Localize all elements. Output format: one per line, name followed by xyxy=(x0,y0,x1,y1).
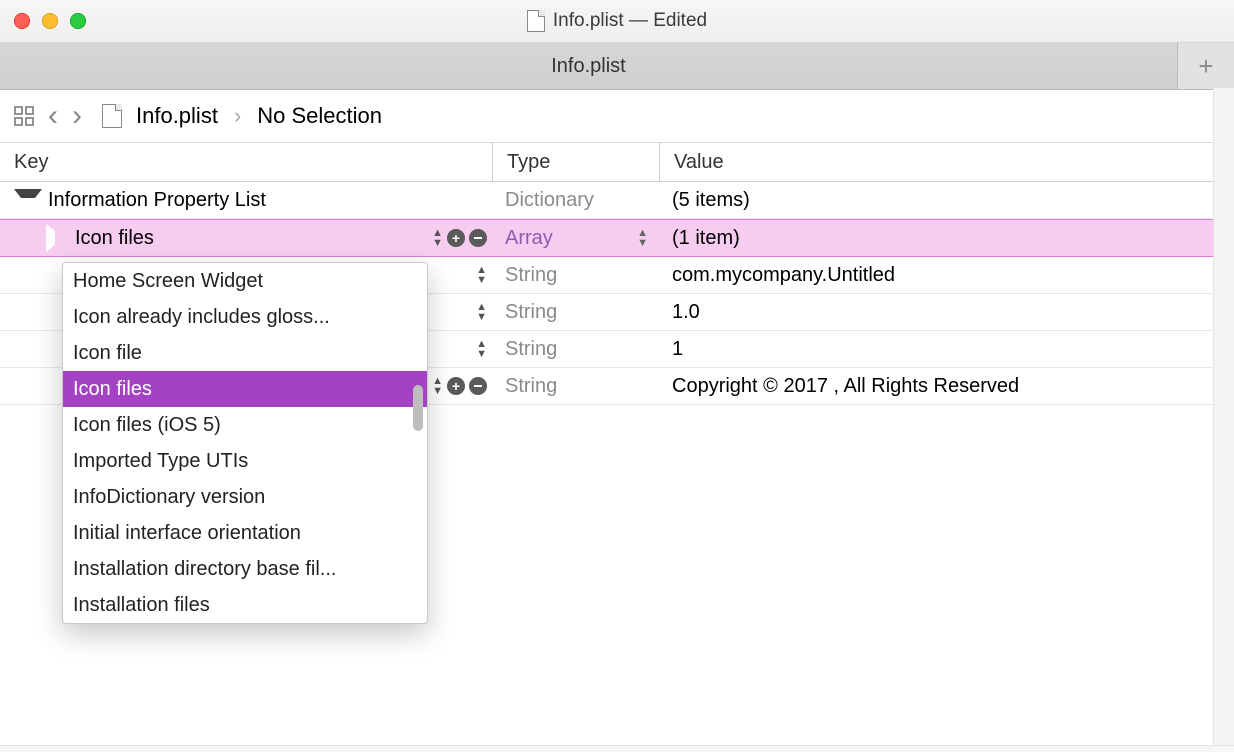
add-row-button[interactable] xyxy=(447,229,465,247)
type-label: String xyxy=(505,264,557,287)
type-cell[interactable]: String xyxy=(493,257,660,293)
value-cell[interactable]: 1 xyxy=(660,338,1234,361)
dropdown-item[interactable]: InfoDictionary version xyxy=(63,479,427,515)
traffic-lights xyxy=(14,13,86,29)
dropdown-item[interactable]: Installation directory base fil... xyxy=(63,551,427,587)
type-cell[interactable]: Array ▲▼ xyxy=(493,220,660,256)
row-controls: ▲▼ xyxy=(432,228,487,248)
remove-row-button[interactable] xyxy=(469,229,487,247)
type-cell[interactable]: String xyxy=(493,294,660,330)
type-label: String xyxy=(505,375,557,398)
type-label: String xyxy=(505,338,557,361)
dropdown-item[interactable]: Home Screen Widget xyxy=(63,263,427,299)
add-row-button[interactable] xyxy=(447,377,465,395)
window-title: Info.plist — Edited xyxy=(553,10,707,32)
zoom-window-button[interactable] xyxy=(70,13,86,29)
row-controls: ▲▼ xyxy=(476,302,487,322)
dropdown-item[interactable]: Icon files xyxy=(63,371,427,407)
type-cell[interactable]: Dictionary xyxy=(493,182,660,218)
value-label: 1 xyxy=(672,338,683,360)
breadcrumb-separator: › xyxy=(234,103,241,129)
value-cell[interactable]: 1.0 xyxy=(660,301,1234,324)
type-cell[interactable]: String xyxy=(493,368,660,404)
nav-back-button[interactable]: ‹ xyxy=(48,101,58,131)
key-stepper[interactable]: ▲▼ xyxy=(476,339,487,359)
value-cell[interactable]: com.mycompany.Untitled xyxy=(660,264,1234,287)
plist-file-icon xyxy=(527,10,545,32)
key-stepper[interactable]: ▲▼ xyxy=(432,228,443,248)
remove-row-button[interactable] xyxy=(469,377,487,395)
column-header-key[interactable]: Key xyxy=(0,143,493,181)
row-controls: ▲▼ xyxy=(432,376,487,396)
key-cell[interactable]: Icon files ▲▼ xyxy=(0,220,493,256)
window-titlebar: Info.plist — Edited xyxy=(0,0,1234,43)
breadcrumb-selection[interactable]: No Selection xyxy=(257,103,382,129)
value-label: (5 items) xyxy=(672,189,750,211)
new-tab-button[interactable]: + xyxy=(1177,43,1234,89)
key-stepper[interactable]: ▲▼ xyxy=(432,376,443,396)
key-cell[interactable]: Information Property List xyxy=(0,182,493,218)
bottom-strip xyxy=(0,745,1234,752)
editor-scrollbar[interactable] xyxy=(1213,88,1234,746)
column-header-value[interactable]: Value xyxy=(660,143,1234,181)
column-headers: Key Type Value xyxy=(0,143,1234,182)
dropdown-scrollbar-thumb[interactable] xyxy=(413,385,423,431)
value-cell[interactable]: Copyright © 2017 , All Rights Reserved xyxy=(660,375,1234,398)
value-label: (1 item) xyxy=(672,227,740,249)
row-controls: ▲▼ xyxy=(476,339,487,359)
dropdown-item[interactable]: Imported Type UTIs xyxy=(63,443,427,479)
disclosure-down-icon[interactable] xyxy=(14,189,42,212)
tab-bar: Info.plist + xyxy=(0,43,1234,90)
key-label: Icon files xyxy=(75,227,154,250)
dropdown-item[interactable]: Icon file xyxy=(63,335,427,371)
close-window-button[interactable] xyxy=(14,13,30,29)
dropdown-item[interactable]: Icon already includes gloss... xyxy=(63,299,427,335)
related-items-icon[interactable] xyxy=(14,106,34,126)
plist-row[interactable]: Information Property List Dictionary (5 it… xyxy=(0,182,1234,219)
key-label: Information Property List xyxy=(48,189,266,212)
dropdown-scrollbar[interactable] xyxy=(411,265,425,621)
value-cell[interactable]: (5 items) xyxy=(660,189,1234,212)
jump-bar: ‹ › Info.plist › No Selection xyxy=(0,90,1234,143)
type-label: Dictionary xyxy=(505,189,594,212)
disclosure-right-icon[interactable] xyxy=(46,224,69,252)
type-label: Array xyxy=(505,227,553,250)
tab-info-plist[interactable]: Info.plist xyxy=(0,43,1177,89)
minimize-window-button[interactable] xyxy=(42,13,58,29)
nav-forward-button[interactable]: › xyxy=(72,101,82,131)
type-cell[interactable]: String xyxy=(493,331,660,367)
key-autocomplete-popup[interactable]: Home Screen WidgetIcon already includes … xyxy=(62,262,428,624)
column-header-type[interactable]: Type xyxy=(493,143,660,181)
key-stepper[interactable]: ▲▼ xyxy=(476,265,487,285)
plist-row[interactable]: Icon files ▲▼ Array ▲▼ (1 item) xyxy=(0,219,1234,257)
tab-label: Info.plist xyxy=(551,55,625,78)
dropdown-item[interactable]: Icon files (iOS 5) xyxy=(63,407,427,443)
dropdown-item[interactable]: Installation files xyxy=(63,587,427,623)
type-stepper[interactable]: ▲▼ xyxy=(637,228,648,248)
key-stepper[interactable]: ▲▼ xyxy=(476,302,487,322)
breadcrumb-file[interactable]: Info.plist xyxy=(136,103,218,129)
plist-file-icon xyxy=(102,104,122,128)
row-controls: ▲▼ xyxy=(476,265,487,285)
type-label: String xyxy=(505,301,557,324)
dropdown-item[interactable]: Initial interface orientation xyxy=(63,515,427,551)
value-label: Copyright © 2017 , All Rights Reserved xyxy=(672,375,1019,397)
value-label: com.mycompany.Untitled xyxy=(672,264,895,286)
value-cell[interactable]: (1 item) xyxy=(660,227,1234,250)
value-label: 1.0 xyxy=(672,301,700,323)
